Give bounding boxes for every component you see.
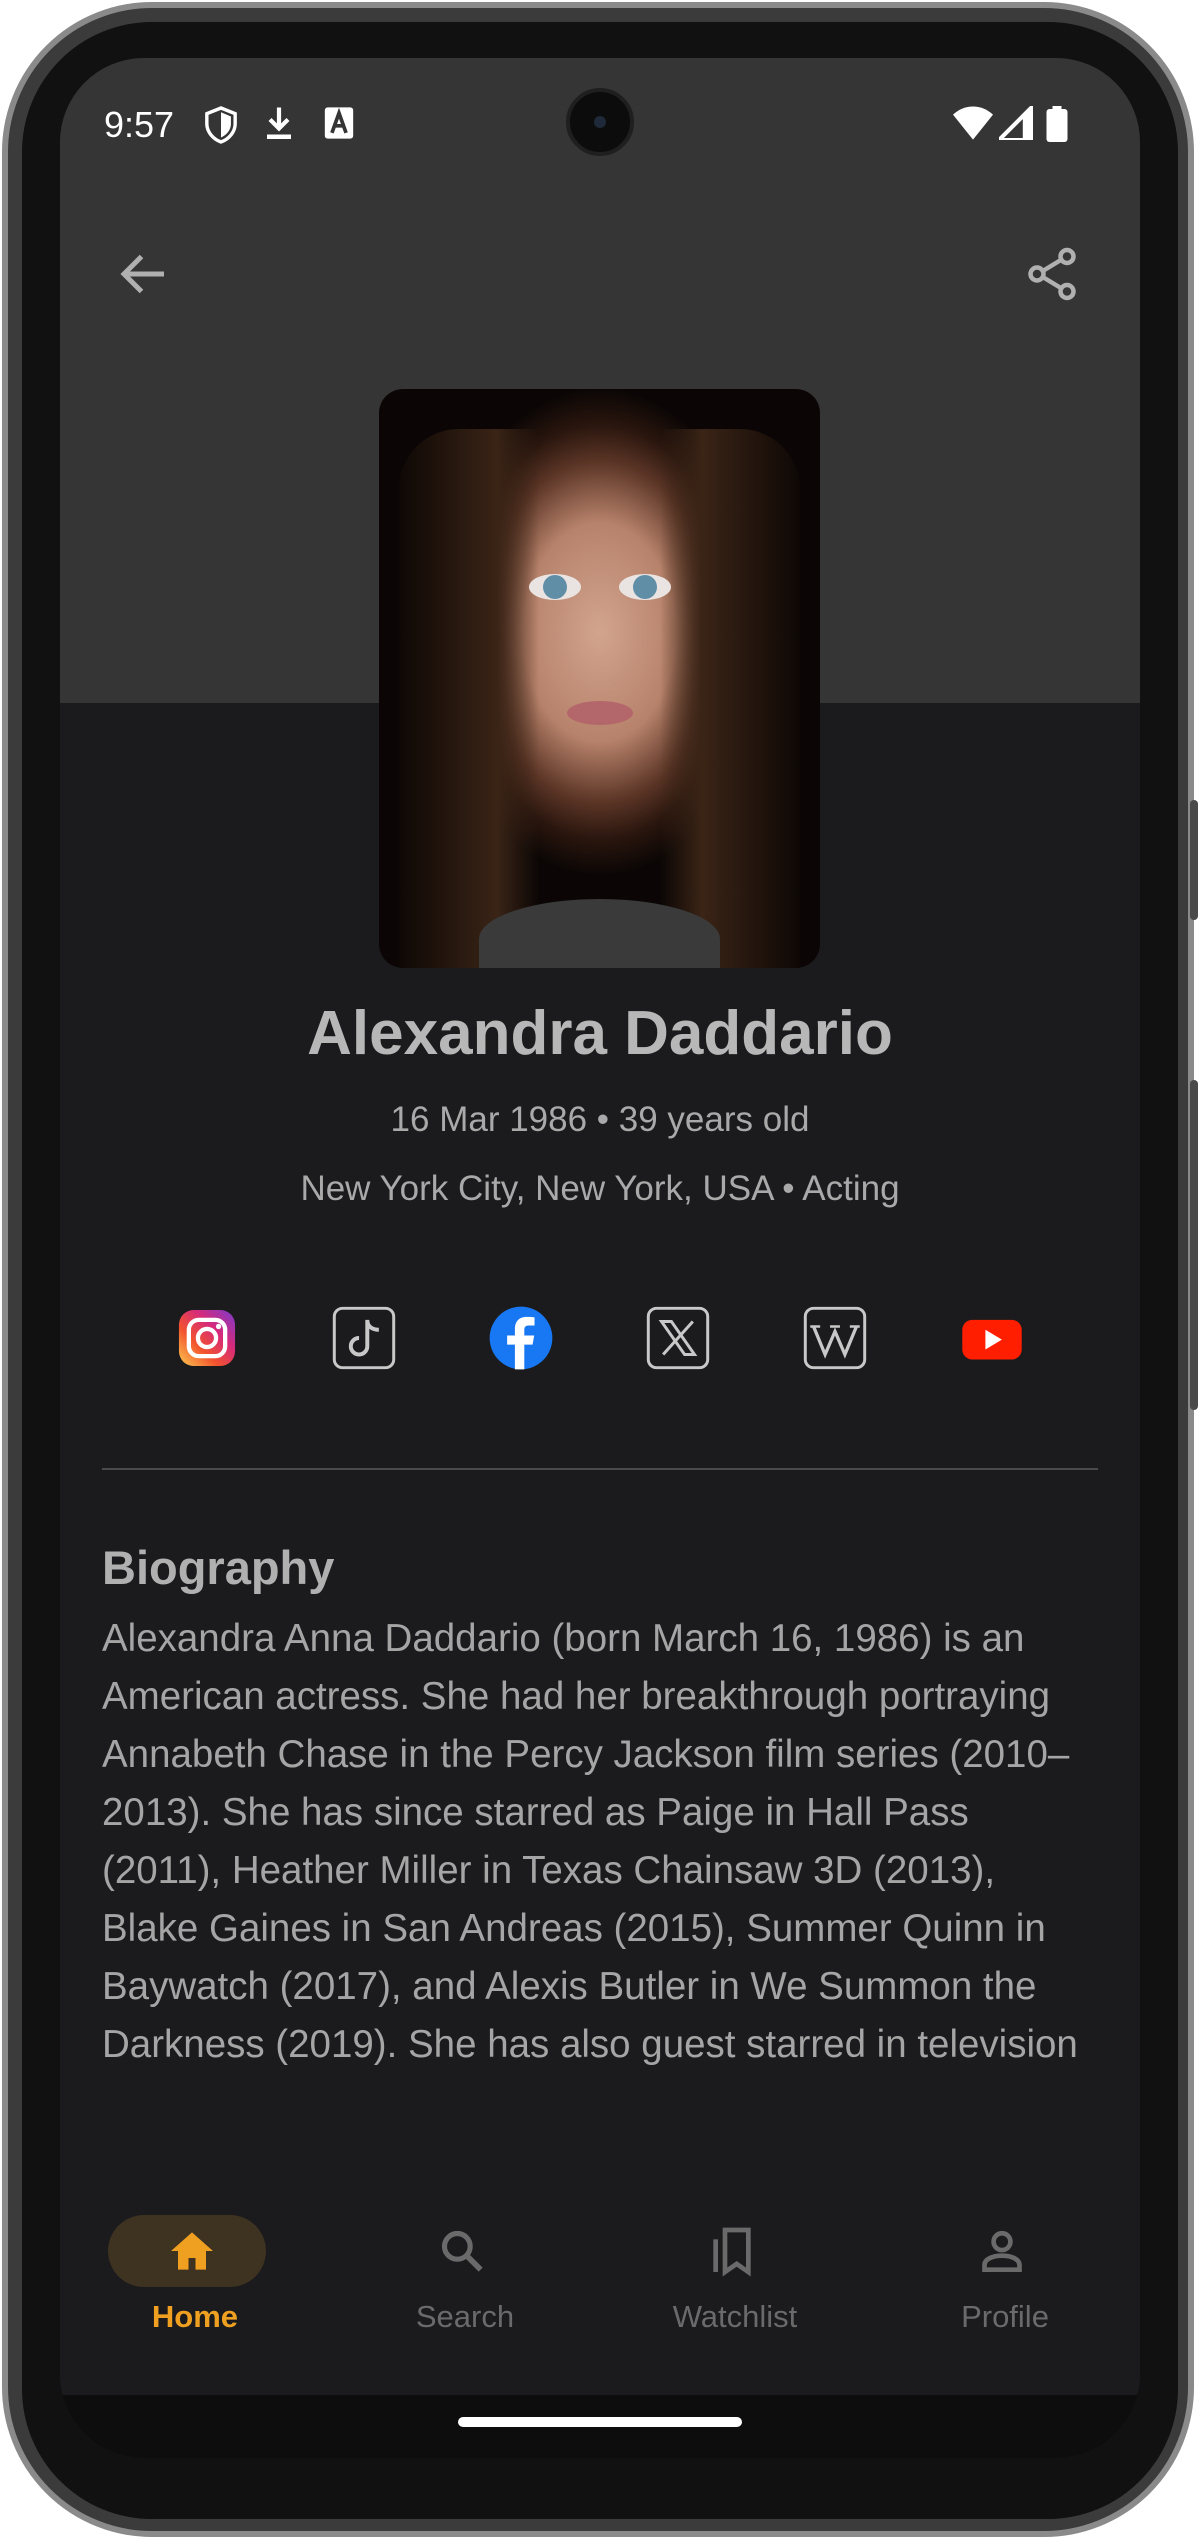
arrow-back-icon[interactable]	[114, 244, 174, 304]
section-divider	[102, 1468, 1098, 1470]
bookmarks-icon	[713, 2227, 751, 2277]
download-icon	[267, 107, 291, 139]
gesture-area	[60, 2395, 1140, 2458]
profile-photo	[379, 389, 820, 968]
nav-label-home: Home	[151, 2299, 239, 2334]
birth-info: 16 Mar 1986 • 39 years old	[390, 1100, 810, 1139]
photo-eye-right	[619, 574, 671, 600]
photo-hair-right	[660, 429, 800, 968]
phone-device: 9:57 Alexandra Daddario 16 Mar 1986 • 39…	[0, 0, 1200, 2541]
facebook-icon[interactable]	[488, 1305, 554, 1371]
nav-item-profile[interactable]: Profile	[870, 2195, 1140, 2395]
volume-button	[1190, 1080, 1198, 1410]
home-gesture-handle[interactable]	[458, 2417, 742, 2427]
nav-item-home[interactable]: Home	[60, 2195, 330, 2395]
photo-lips	[567, 701, 633, 725]
photo-eye-left	[529, 574, 581, 600]
nav-label-profile: Profile	[961, 2299, 1049, 2334]
x-icon[interactable]	[645, 1305, 711, 1371]
social-links	[60, 1305, 1140, 1377]
biography-scroll-area[interactable]: Alexandra Anna Daddario (born March 16, …	[102, 1610, 1098, 2086]
home-icon	[171, 2232, 213, 2270]
share-icon[interactable]	[1022, 244, 1082, 304]
place-info: New York City, New York, USA • Acting	[300, 1169, 900, 1208]
shield-icon	[205, 106, 237, 144]
youtube-icon[interactable]	[959, 1305, 1025, 1371]
nav-item-watchlist[interactable]: Watchlist	[600, 2195, 870, 2395]
bottom-navigation: Home Search Watchlist Profile	[60, 2195, 1140, 2395]
battery-icon	[1046, 106, 1068, 142]
biography-text: Alexandra Anna Daddario (born March 16, …	[102, 1617, 1078, 2086]
signal-icon	[999, 106, 1033, 140]
font-a-icon	[324, 107, 354, 139]
front-camera	[566, 88, 634, 156]
app-screen: 9:57 Alexandra Daddario 16 Mar 1986 • 39…	[60, 58, 1140, 2458]
tiktok-icon[interactable]	[331, 1305, 397, 1371]
status-bar: 9:57	[60, 58, 1140, 178]
nav-item-search[interactable]: Search	[330, 2195, 600, 2395]
person-icon	[982, 2230, 1022, 2272]
nav-label-watchlist: Watchlist	[672, 2299, 798, 2334]
search-icon	[441, 2230, 483, 2272]
biography-title: Biography	[102, 1541, 335, 1594]
wikipedia-icon[interactable]	[802, 1305, 868, 1371]
photo-hair-left	[399, 429, 539, 968]
power-button	[1190, 800, 1198, 920]
status-time: 9:57	[104, 104, 175, 145]
instagram-icon[interactable]	[174, 1305, 240, 1371]
nav-label-search: Search	[415, 2299, 515, 2334]
wifi-icon	[953, 106, 993, 140]
person-name: Alexandra Daddario	[307, 999, 893, 1068]
